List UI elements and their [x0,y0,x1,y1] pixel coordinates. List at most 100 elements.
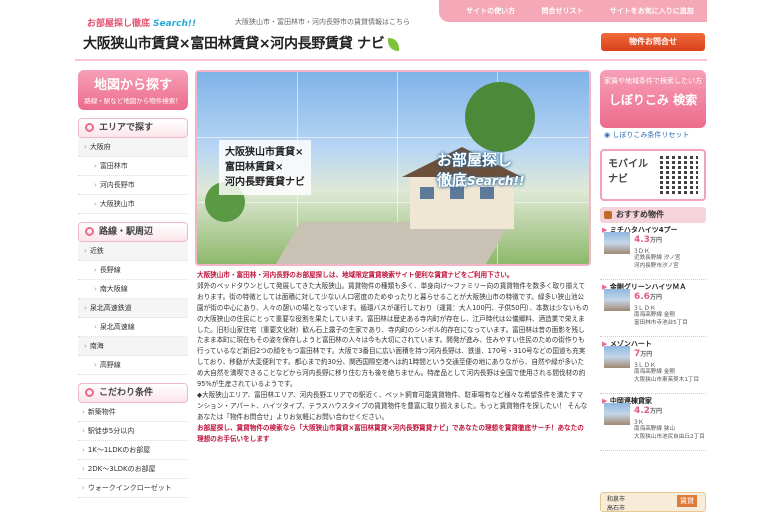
hero-title-line: 大阪狭山市賃貸× [225,147,304,158]
condition-search-heading: こだわり条件 [78,383,188,403]
recommended-item[interactable]: ▶ メゾンハート 7万円 3ＬＤＫ 南海高野線 金剛 大阪狭山市東茱萸木1丁目 [600,337,706,394]
line-item[interactable]: › 泉北高速鉄道 [78,299,188,318]
line-item-label: 泉北高速線 [99,323,135,331]
line-item[interactable]: › 近鉄 [78,242,188,261]
area-item[interactable]: › 河内長野市 [78,176,188,195]
site-title[interactable]: 大阪狭山市賃貸×富田林賃貸×河内長野賃貸 ナビ [83,33,400,53]
refine-search-button[interactable]: 家賃や地域条件で検索したい方 しぼりこみ 検索 [600,70,706,128]
mobile-navi-line: ナビ [608,174,628,185]
hero-tagline: お部屋探し 徹底Search!! [437,150,524,191]
property-thumbnail[interactable] [604,289,630,311]
condition-item[interactable]: › ウォークインクローゼット [78,479,188,498]
area-item-label: 富田林市 [99,162,128,170]
line-item[interactable]: › 泉北高速線 [78,318,188,337]
recommended-location: 南海高野線 金剛 富田林市寺池台5丁目 [634,311,706,327]
logo-text: お部屋探し徹底 [87,19,151,29]
recommended-location: 南海高野線 狭山 大阪狭山市池尻自由丘2丁目 [634,425,706,441]
map-search-button[interactable]: 地図から探す 路線・駅など地図から物件検索！ [78,70,188,110]
chevron-right-icon: › [94,323,97,331]
line-item[interactable]: › 高野線 [78,356,188,375]
line-item-label: 泉北高速鉄道 [89,304,132,312]
recommended-price: 7万円 [634,349,652,359]
area-item-label: 河内長野市 [99,181,135,189]
recommended-item[interactable]: ▶ ミチハタハイツ4プー 4.3万円 3ＤＫ 近鉄長野線 汐ノ宮 河内長野市汐ノ宮 [600,223,706,280]
recommended-price-value: 4.2 [634,406,650,416]
chevron-right-icon: › [82,446,85,454]
header-divider [75,59,707,61]
recommended-station: 南海高野線 狭山 [634,426,675,432]
mobile-navi-line: モバイル [608,159,648,170]
line-item[interactable]: › 南大阪線 [78,280,188,299]
area-banner[interactable]: 和泉市 高石市 賃貸 [600,492,706,512]
site-title-text: 大阪狭山市賃貸×富田林賃貸×河内長野賃貸 ナビ [83,36,385,52]
area-item-label: 大阪府 [89,143,111,151]
line-item-label: 南海 [89,342,104,350]
nav-add-favorite[interactable]: サイトをお気に入りに追加 [610,6,694,16]
condition-item[interactable]: › 1K〜1LDKのお部屋 [78,441,188,460]
grid-line [197,137,589,138]
recommended-location: 南海高野線 金剛 大阪狭山市東茱萸木1丁目 [634,368,706,384]
recommended-heading: おすすめ物件 [600,207,706,223]
area-item[interactable]: › 大阪府 [78,138,188,157]
map-search-sub: 路線・駅など地図から物件検索！ [84,97,182,105]
nav-inquiry-list[interactable]: 問合せリスト [541,6,583,16]
chevron-right-icon: › [82,465,85,473]
condition-item-label: 新築物件 [87,408,116,416]
chevron-right-icon: › [82,408,85,416]
area-banner-badge: 賃貸 [677,495,697,507]
right-sidebar: 家賃や地域条件で検索したい方 しぼりこみ 検索 ◉ しぼりこみ条件リセット モバ… [600,70,706,451]
refine-reset-link[interactable]: ◉ しぼりこみ条件リセット [600,130,706,143]
condition-item[interactable]: › 駅徒歩5分以内 [78,422,188,441]
chevron-right-icon: › [94,266,97,274]
inquiry-button[interactable]: 物件お問合せ [601,33,705,51]
mobile-navi-banner[interactable]: モバイル ナビ [600,149,706,201]
chevron-right-icon: › [84,143,87,151]
line-item-label: 近鉄 [89,247,104,255]
recommended-item[interactable]: ▶ 中岡連棟貸家 4.2万円 3Ｋ 南海高野線 狭山 大阪狭山市池尻自由丘2丁目 [600,394,706,451]
nav-how-to-use[interactable]: サイトの使い方 [466,6,515,16]
property-thumbnail[interactable] [604,232,630,254]
recommended-price-value: 6.6 [634,292,650,302]
property-thumbnail[interactable] [604,403,630,425]
recommended-station: 南海高野線 金剛 [634,312,675,318]
hero-tagline-line: お部屋探し [437,151,513,169]
area-item[interactable]: › 富田林市 [78,157,188,176]
hero-title-box: 大阪狭山市賃貸× 富田林賃貸× 河内長野賃貸ナビ [219,140,311,195]
recommended-price: 4.3万円 [634,235,662,245]
chevron-right-icon: › [94,361,97,369]
recommended-price: 4.2万円 [634,406,662,416]
hero-title-line: 富田林賃貸× [225,162,284,173]
line-list: › 近鉄 › 長野線 › 南大阪線 › 泉北高速鉄道 › 泉北高速線 › 南海 › 高野線 [78,242,188,375]
line-item-label: 高野線 [99,361,121,369]
chevron-right-icon: › [94,181,97,189]
hero-banner: 大阪狭山市賃貸× 富田林賃貸× 河内長野賃貸ナビ お部屋探し 徹底Search!… [195,70,591,266]
recommended-price-unit: 万円 [640,351,653,358]
recommended-address: 大阪狭山市東茱萸木1丁目 [634,377,700,383]
search-icon [85,123,94,132]
refine-search-label: しぼりこみ 検索 [608,93,698,107]
recommended-price-unit: 万円 [649,237,662,244]
recommended-item[interactable]: ▶ 金剛グリーンハイツＭＡ 6.6万円 3ＬＤＫ 南海高野線 金剛 富田林市寺池台… [600,280,706,337]
line-item[interactable]: › 南海 [78,337,188,356]
area-item[interactable]: › 大阪狭山市 [78,195,188,214]
site-logo[interactable]: お部屋探し徹底 Search!! [87,16,196,29]
condition-search-heading-text: こだわり条件 [99,388,154,398]
grid-line [197,202,589,203]
intro-paragraph: 郊外のベッドタウンとして発展してきた大阪狭山。賃貸物件の種類も多く、単身向け〜フ… [197,281,589,389]
chevron-right-icon: › [82,427,85,435]
hero-title-line: 河内長野賃貸ナビ [225,177,305,188]
area-search-heading-text: エリアで探す [99,123,154,133]
chevron-right-icon: › [84,342,87,350]
recommended-price-unit: 万円 [649,408,662,415]
chevron-right-icon: › [84,247,87,255]
condition-item[interactable]: › 2DK〜3LDKのお部屋 [78,460,188,479]
line-item[interactable]: › 長野線 [78,261,188,280]
condition-item[interactable]: › 新築物件 [78,403,188,422]
recommended-station: 近鉄長野線 汐ノ宮 [634,255,681,261]
chevron-right-icon: › [82,484,85,492]
area-banner-text: 高石市 [607,505,626,512]
chevron-right-icon: › [94,200,97,208]
property-thumbnail[interactable] [604,346,630,368]
refine-reset-text: しぼりこみ条件リセット [612,131,690,139]
area-search-heading: エリアで探す [78,118,188,138]
